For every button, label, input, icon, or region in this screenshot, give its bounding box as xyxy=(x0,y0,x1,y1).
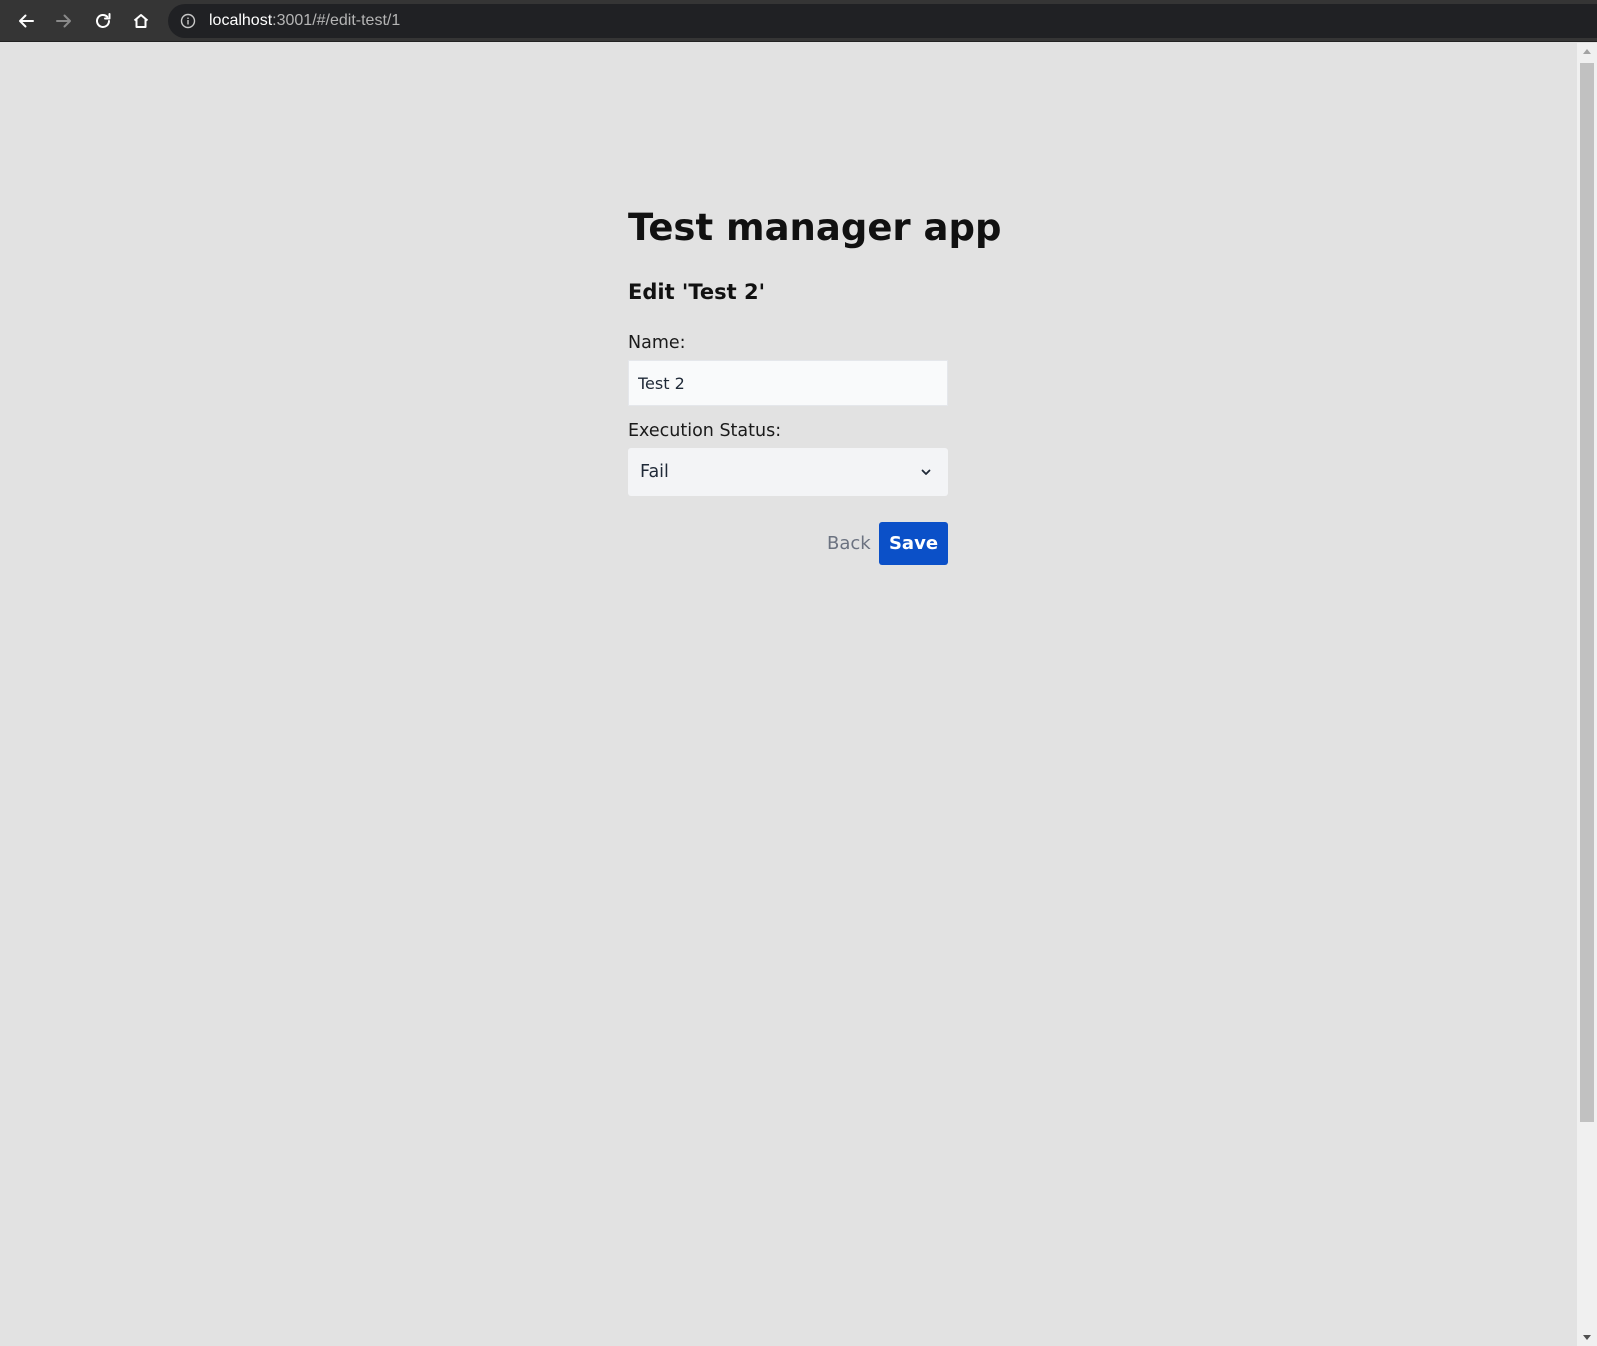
home-icon[interactable] xyxy=(129,9,153,33)
reload-icon[interactable] xyxy=(91,9,115,33)
app-title: Test manager app xyxy=(628,206,1002,249)
execution-status-select[interactable]: Fail xyxy=(628,448,948,496)
page-subtitle: Edit 'Test 2' xyxy=(628,280,766,304)
scroll-up-icon[interactable] xyxy=(1577,43,1597,59)
save-button[interactable]: Save xyxy=(879,522,948,565)
back-button[interactable]: Back xyxy=(817,522,881,565)
address-bar[interactable]: localhost:3001/#/edit-test/1 xyxy=(168,4,1597,38)
back-arrow-icon[interactable] xyxy=(14,9,38,33)
url-host: localhost xyxy=(209,12,273,29)
url-path: :3001/#/edit-test/1 xyxy=(272,12,401,29)
page-scrollbar[interactable] xyxy=(1577,43,1597,1346)
chevron-down-icon xyxy=(921,469,931,475)
url-text: localhost:3001/#/edit-test/1 xyxy=(209,4,400,38)
execution-status-label: Execution Status: xyxy=(628,421,782,441)
name-label: Name: xyxy=(628,333,686,353)
scrollbar-thumb[interactable] xyxy=(1580,63,1594,1122)
browser-toolbar: localhost:3001/#/edit-test/1 xyxy=(0,0,1597,42)
site-info-icon[interactable] xyxy=(180,13,196,29)
forward-arrow-icon[interactable] xyxy=(52,9,76,33)
scroll-down-icon[interactable] xyxy=(1577,1330,1597,1346)
execution-status-value: Fail xyxy=(640,462,669,482)
name-input[interactable] xyxy=(628,360,948,406)
